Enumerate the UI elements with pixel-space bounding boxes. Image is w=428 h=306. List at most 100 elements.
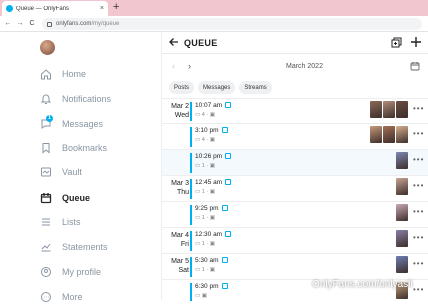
month-navigator: ‹ › March 2022 — [162, 59, 428, 75]
unread-badge: 1 — [46, 115, 53, 122]
chevron-right-icon[interactable]: › — [188, 61, 191, 71]
more-options-icon[interactable]: ••• — [413, 233, 424, 242]
chevron-left-icon[interactable]: ‹ — [172, 61, 175, 71]
media-thumbnail[interactable] — [383, 101, 395, 118]
schedule-bar — [190, 179, 192, 199]
media-thumbnail[interactable] — [383, 126, 395, 143]
media-thumbnail[interactable] — [396, 204, 408, 221]
sidebar-item-lists[interactable]: Lists — [40, 213, 81, 231]
more-options-icon[interactable]: ••• — [413, 155, 424, 164]
attachment-icon: ▣ — [209, 267, 215, 273]
date-weekday: Fri — [180, 241, 189, 248]
sidebar-item-my-profile[interactable]: My profile — [40, 263, 101, 281]
tab-close-icon[interactable]: × — [100, 5, 104, 12]
sidebar-item-bookmarks[interactable]: Bookmarks — [40, 139, 107, 157]
filter-chip-posts[interactable]: Posts — [169, 81, 195, 94]
sidebar-item-label: Queue — [62, 193, 91, 203]
url-host: onlyfans.com — [56, 21, 92, 27]
onlyfans-favicon-icon — [6, 5, 13, 12]
date-label: Mar 2 Wed — [167, 102, 189, 120]
attachment-icon: ▣ — [209, 137, 215, 143]
more-options-icon[interactable]: ••• — [413, 285, 424, 294]
sidebar-item-more[interactable]: More — [40, 288, 83, 306]
browser-tab[interactable]: Queue — OnlyFans × — [2, 1, 108, 16]
calendar-icon[interactable] — [410, 61, 420, 71]
filter-chip-streams[interactable]: Streams — [239, 81, 272, 94]
scheduled-time: 5:30 am — [195, 257, 228, 264]
more-options-icon[interactable]: ••• — [413, 129, 424, 138]
scheduled-time: 12:30 am — [195, 231, 232, 238]
browser-tab-strip: Queue — OnlyFans × + — [0, 0, 428, 16]
home-icon — [40, 68, 52, 80]
queue-row[interactable]: Mar 2 Wed 10:07 am ▭ 4 · ▣ ••• — [162, 98, 428, 123]
time-text: 12:30 am — [195, 231, 223, 238]
date-label: Mar 3 Thu — [167, 179, 189, 197]
queue-row[interactable]: 9:25 pm ▭ 1 · ▣ ••• — [162, 201, 428, 227]
more-options-icon[interactable]: ••• — [413, 181, 424, 190]
queue-row[interactable]: 10:26 pm ▭ 1 · ▣ ••• — [162, 149, 428, 175]
post-type-icon — [221, 283, 228, 289]
date-label: Mar 4 Fri — [167, 231, 189, 249]
attachment-icon: ▣ — [209, 215, 215, 221]
filter-chip-messages[interactable]: Messages — [198, 81, 236, 94]
more-icon — [40, 291, 52, 303]
sidebar-item-messages[interactable]: 1 Messages — [40, 115, 103, 133]
arrow-left-icon[interactable] — [169, 37, 179, 47]
queue-row[interactable]: Mar 4 Fri 12:30 am ▭ 1 · ▣ ••• — [162, 227, 428, 253]
media-thumbnail[interactable] — [396, 230, 408, 247]
media-thumbnail[interactable] — [396, 101, 408, 118]
media-count-text: 4 · — [201, 137, 210, 143]
sidebar-item-label: Vault — [62, 167, 82, 177]
new-item-icon[interactable] — [391, 37, 402, 48]
forward-icon[interactable]: → — [15, 20, 25, 27]
post-type-icon — [225, 179, 232, 185]
new-tab-button[interactable]: + — [113, 1, 119, 14]
schedule-bar — [190, 153, 192, 173]
more-options-icon[interactable]: ••• — [413, 104, 424, 113]
sidebar-item-statements[interactable]: Statements — [40, 238, 108, 256]
attachment-icon: ▣ — [201, 293, 207, 299]
time-text: 6:30 pm — [195, 283, 219, 290]
post-type-icon — [225, 231, 232, 237]
reload-icon[interactable]: C — [27, 20, 37, 27]
date-weekday: Sat — [178, 267, 189, 274]
media-count: ▭ 1 · ▣ — [195, 215, 215, 221]
media-thumbnails — [395, 178, 408, 195]
sidebar-item-label: Statements — [62, 242, 108, 252]
media-thumbnail[interactable] — [370, 126, 382, 143]
queue-panel: QUEUE ‹ › March 2022 Posts Messages Stream… — [161, 32, 428, 301]
url-path: /my/queue — [91, 21, 120, 27]
media-thumbnail[interactable] — [370, 101, 382, 118]
queue-row[interactable]: Mar 3 Thu 12:45 am ▭ 1 · ▣ ••• — [162, 175, 428, 201]
sidebar-item-queue[interactable]: Queue — [40, 189, 90, 207]
media-count-text: 1 · — [201, 215, 210, 221]
media-count: ▭ 4 · ▣ — [195, 137, 215, 143]
sidebar-item-home[interactable]: Home — [40, 65, 86, 83]
media-thumbnail[interactable] — [396, 256, 408, 273]
sidebar-item-vault[interactable]: Vault — [40, 163, 82, 181]
date-day: Mar 2 — [171, 103, 189, 110]
sidebar-item-notifications[interactable]: Notifications — [40, 90, 111, 108]
more-options-icon[interactable]: ••• — [413, 259, 424, 268]
media-count-text: 1 · — [201, 267, 210, 273]
media-thumbnail[interactable] — [396, 152, 408, 169]
queue-row[interactable]: 3:10 pm ▭ 4 · ▣ ••• — [162, 123, 428, 149]
address-bar[interactable]: onlyfans.com/my/queue — [42, 18, 422, 30]
media-icon: ▭ — [195, 137, 202, 143]
media-thumbnail[interactable] — [396, 126, 408, 143]
media-count: ▭ 1 · ▣ — [195, 189, 215, 195]
more-options-icon[interactable]: ••• — [413, 207, 424, 216]
schedule-bar — [190, 102, 192, 121]
media-icon: ▭ — [195, 163, 202, 169]
avatar[interactable] — [40, 40, 55, 55]
sidebar-item-label: Lists — [62, 217, 81, 227]
queue-row[interactable]: Mar 5 Sat 5:30 am ▭ 1 · ▣ ••• — [162, 253, 428, 279]
date-label: Mar 5 Sat — [167, 257, 189, 275]
back-icon[interactable]: ← — [3, 20, 13, 27]
scheduled-time: 12:45 am — [195, 179, 232, 186]
media-thumbnails — [369, 101, 408, 118]
plus-icon[interactable] — [410, 36, 422, 48]
sidebar-item-label: Notifications — [62, 94, 112, 104]
media-thumbnail[interactable] — [396, 178, 408, 195]
bookmark-icon — [40, 142, 52, 154]
